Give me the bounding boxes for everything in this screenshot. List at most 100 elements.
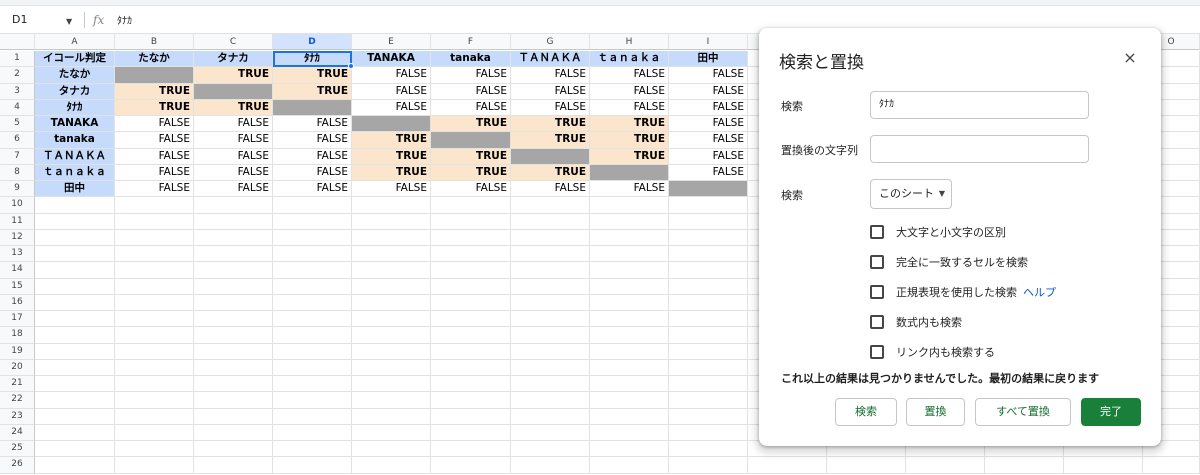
empty-cell[interactable] — [273, 311, 352, 328]
empty-cell[interactable] — [273, 197, 352, 214]
empty-cell[interactable] — [194, 441, 273, 458]
empty-cell[interactable] — [115, 278, 194, 295]
row-header[interactable]: 23 — [0, 408, 35, 425]
checkbox-icon[interactable] — [870, 285, 884, 299]
empty-cell[interactable] — [590, 441, 669, 458]
empty-cell[interactable] — [669, 343, 748, 360]
false-cell[interactable]: FALSE — [590, 67, 669, 84]
empty-cell[interactable] — [273, 457, 352, 474]
empty-cell[interactable] — [669, 441, 748, 458]
empty-cell[interactable] — [827, 457, 906, 474]
empty-cell[interactable] — [35, 327, 115, 344]
row-header[interactable]: 24 — [0, 424, 35, 441]
empty-cell[interactable] — [669, 359, 748, 376]
true-cell[interactable]: TRUE — [352, 164, 431, 181]
false-cell[interactable]: FALSE — [669, 132, 748, 149]
column-header[interactable]: B — [115, 34, 194, 50]
false-cell[interactable]: FALSE — [273, 132, 352, 149]
empty-cell[interactable] — [352, 246, 431, 263]
option-regex[interactable]: 正規表現を使用した検索 ヘルプ — [870, 283, 1056, 301]
empty-cell[interactable] — [273, 262, 352, 279]
empty-cell[interactable] — [431, 327, 511, 344]
empty-cell[interactable] — [35, 294, 115, 311]
chevron-down-icon[interactable]: ▼ — [66, 17, 72, 26]
false-cell[interactable]: FALSE — [352, 83, 431, 100]
row-header[interactable]: 13 — [0, 246, 35, 263]
empty-cell[interactable] — [273, 441, 352, 458]
checkbox-icon[interactable] — [870, 255, 884, 269]
empty-cell[interactable] — [352, 327, 431, 344]
empty-cell[interactable] — [273, 294, 352, 311]
label-cell[interactable]: tanaka — [35, 132, 115, 149]
empty-cell[interactable] — [590, 327, 669, 344]
empty-cell[interactable] — [669, 294, 748, 311]
empty-cell[interactable] — [352, 262, 431, 279]
option-search-formulas[interactable]: 数式内も検索 — [870, 313, 962, 331]
false-cell[interactable]: FALSE — [115, 132, 194, 149]
false-cell[interactable]: FALSE — [431, 181, 511, 198]
row-header[interactable]: 8 — [0, 164, 35, 181]
empty-cell[interactable] — [194, 408, 273, 425]
empty-cell[interactable] — [115, 441, 194, 458]
empty-cell[interactable] — [35, 392, 115, 409]
empty-cell[interactable] — [352, 343, 431, 360]
false-cell[interactable]: FALSE — [669, 164, 748, 181]
row-header[interactable]: 5 — [0, 116, 35, 133]
true-cell[interactable]: TRUE — [194, 99, 273, 116]
empty-cell[interactable] — [35, 376, 115, 393]
empty-cell[interactable] — [194, 278, 273, 295]
true-cell[interactable]: TRUE — [590, 116, 669, 133]
empty-cell[interactable] — [511, 441, 590, 458]
false-cell[interactable]: FALSE — [115, 164, 194, 181]
empty-cell[interactable] — [590, 197, 669, 214]
row-header[interactable]: 1 — [0, 51, 35, 68]
empty-cell[interactable] — [669, 229, 748, 246]
empty-cell[interactable] — [115, 213, 194, 230]
empty-cell[interactable] — [590, 376, 669, 393]
empty-cell[interactable] — [35, 229, 115, 246]
empty-cell[interactable] — [431, 229, 511, 246]
select-all-corner[interactable] — [0, 34, 35, 50]
empty-cell[interactable] — [352, 311, 431, 328]
empty-cell[interactable] — [273, 327, 352, 344]
empty-cell[interactable] — [352, 229, 431, 246]
diagonal-cell[interactable] — [431, 132, 511, 149]
empty-cell[interactable] — [669, 246, 748, 263]
true-cell[interactable]: TRUE — [431, 148, 511, 165]
empty-cell[interactable] — [669, 457, 748, 474]
empty-cell[interactable] — [352, 213, 431, 230]
false-cell[interactable]: FALSE — [115, 148, 194, 165]
row-header[interactable]: 22 — [0, 392, 35, 409]
false-cell[interactable]: FALSE — [669, 116, 748, 133]
option-search-links[interactable]: リンク内も検索する — [870, 343, 995, 361]
replace-button[interactable]: 置換 — [906, 398, 965, 426]
false-cell[interactable]: FALSE — [511, 83, 590, 100]
true-cell[interactable]: TRUE — [431, 164, 511, 181]
empty-cell[interactable] — [1143, 457, 1200, 474]
empty-cell[interactable] — [511, 246, 590, 263]
column-header[interactable]: E — [352, 34, 431, 50]
empty-cell[interactable] — [194, 213, 273, 230]
empty-cell[interactable] — [273, 343, 352, 360]
empty-cell[interactable] — [352, 294, 431, 311]
false-cell[interactable]: FALSE — [669, 148, 748, 165]
true-cell[interactable]: TRUE — [511, 132, 590, 149]
name-box[interactable]: D1 ▼ — [0, 6, 80, 34]
empty-cell[interactable] — [273, 229, 352, 246]
diagonal-cell[interactable] — [115, 67, 194, 84]
column-header[interactable]: I — [669, 34, 748, 50]
scope-select[interactable]: このシート ▼ — [870, 179, 952, 209]
false-cell[interactable]: FALSE — [352, 181, 431, 198]
empty-cell[interactable] — [115, 246, 194, 263]
empty-cell[interactable] — [194, 197, 273, 214]
empty-cell[interactable] — [273, 408, 352, 425]
checkbox-icon[interactable] — [870, 345, 884, 359]
empty-cell[interactable] — [590, 359, 669, 376]
label-cell[interactable]: イコール判定 — [35, 51, 115, 68]
empty-cell[interactable] — [431, 359, 511, 376]
empty-cell[interactable] — [352, 408, 431, 425]
row-header[interactable]: 25 — [0, 441, 35, 458]
empty-cell[interactable] — [35, 262, 115, 279]
empty-cell[interactable] — [115, 262, 194, 279]
true-cell[interactable]: TRUE — [352, 132, 431, 149]
